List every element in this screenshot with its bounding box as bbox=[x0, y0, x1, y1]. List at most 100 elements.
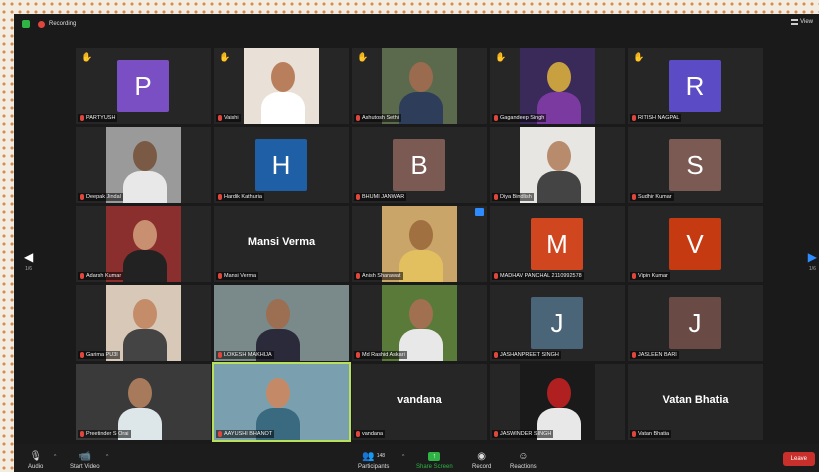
avatar-initial: B bbox=[393, 139, 445, 191]
participant-name: JASLEEN BARI bbox=[638, 352, 677, 358]
raised-hand-icon: ✋ bbox=[495, 52, 507, 62]
participant-name: Hardik Kathuria bbox=[224, 194, 262, 200]
participant-tile[interactable]: JASWINDER SINGH bbox=[490, 364, 625, 440]
participant-name-label: Adarsh Kumar bbox=[78, 272, 124, 280]
muted-mic-icon bbox=[494, 194, 498, 200]
participant-tile[interactable]: ✋ Vaishi bbox=[214, 48, 349, 124]
participant-video-feed bbox=[214, 285, 349, 361]
muted-mic-icon bbox=[80, 431, 84, 437]
participant-tile[interactable]: V Vipin Kumar bbox=[628, 206, 763, 282]
participant-name: Vaishi bbox=[224, 115, 239, 121]
participant-video-feed bbox=[214, 364, 349, 440]
participant-video-feed bbox=[106, 206, 181, 282]
raised-hand-icon: ✋ bbox=[81, 52, 93, 62]
participant-tile[interactable]: Md Rashid Askari bbox=[352, 285, 487, 361]
muted-mic-icon bbox=[632, 431, 636, 437]
participant-name-label: vandana bbox=[354, 430, 386, 438]
muted-mic-icon bbox=[632, 352, 636, 358]
participant-name-label: Vatan Bhatia bbox=[630, 430, 672, 438]
participant-tile[interactable]: AAYUSHI BHANOT bbox=[212, 362, 351, 442]
participant-tile[interactable]: Garima PU3I bbox=[76, 285, 211, 361]
participant-name: Sudhir Kumar bbox=[638, 194, 672, 200]
participant-name-label: RITISH NAGPAL bbox=[630, 114, 682, 122]
participant-tile[interactable]: Anish Sharawat bbox=[352, 206, 487, 282]
participant-name-label: Md Rashid Askari bbox=[354, 351, 407, 359]
record-button[interactable]: ◉ Record bbox=[472, 450, 491, 471]
top-bar: Recording View bbox=[14, 14, 819, 34]
participant-tile[interactable]: H Hardik Kathuria bbox=[214, 127, 349, 203]
participant-tile[interactable]: Deepak Jindal bbox=[76, 127, 211, 203]
participant-video-feed bbox=[106, 127, 181, 203]
participant-tile[interactable]: ✋ Gagandeep Singh bbox=[490, 48, 625, 124]
participant-tile[interactable]: Vatan Bhatia Vatan Bhatia bbox=[628, 364, 763, 440]
reactions-label: Reactions bbox=[510, 464, 537, 470]
participant-video-feed bbox=[520, 364, 595, 440]
participant-name-label: Vipin Kumar bbox=[630, 272, 670, 280]
meeting-window: Recording View ◀ 1/6 ▶ 1/6 P ✋ PARTYUSH ✋ Vais… bbox=[14, 14, 819, 472]
participant-tile[interactable]: R ✋ RITISH NAGPAL bbox=[628, 48, 763, 124]
avatar-initial: J bbox=[669, 297, 721, 349]
participant-name: JASHANPREET SINGH bbox=[500, 352, 559, 358]
participant-tile[interactable]: ✋ Ashutosh Sethi bbox=[352, 48, 487, 124]
security-shield-icon[interactable] bbox=[22, 20, 30, 28]
recording-label: Recording bbox=[49, 21, 77, 27]
muted-mic-icon bbox=[494, 431, 498, 437]
participant-video-feed bbox=[382, 48, 457, 124]
muted-mic-icon bbox=[356, 115, 360, 121]
participant-name: Gagandeep Singh bbox=[500, 115, 545, 121]
participant-video-feed bbox=[76, 364, 211, 440]
participants-button[interactable]: 👥 148 Participants bbox=[358, 450, 389, 471]
muted-mic-icon bbox=[80, 352, 84, 358]
participant-video-feed bbox=[382, 285, 457, 361]
next-arrow-icon: ▶ bbox=[807, 250, 817, 264]
participant-name-label: AAYUSHI BHANOT bbox=[216, 430, 275, 438]
participant-tile[interactable]: Diya Bindlish bbox=[490, 127, 625, 203]
participant-video-feed bbox=[520, 127, 595, 203]
participant-name: AAYUSHI BHANOT bbox=[224, 431, 273, 437]
next-page-button[interactable]: ▶ 1/6 bbox=[808, 250, 817, 272]
participant-tile[interactable]: Preetinder S Orai bbox=[76, 364, 211, 440]
participant-tile[interactable]: LOKESH MAKHIJA bbox=[214, 285, 349, 361]
tile-options-icon[interactable] bbox=[475, 208, 484, 216]
view-label: View bbox=[800, 19, 813, 25]
avatar-initial: J bbox=[531, 297, 583, 349]
microphone-icon: 🎙 bbox=[29, 450, 43, 462]
share-screen-label: Share Screen bbox=[416, 464, 453, 470]
participant-tile[interactable]: S Sudhir Kumar bbox=[628, 127, 763, 203]
audio-options-caret-icon[interactable]: ^ bbox=[54, 454, 56, 460]
muted-mic-icon bbox=[356, 431, 360, 437]
participant-tile[interactable]: Mansi Verma Mansi Verma bbox=[214, 206, 349, 282]
video-options-caret-icon[interactable]: ^ bbox=[106, 454, 108, 460]
start-video-button[interactable]: 📹 Start Video bbox=[70, 450, 100, 471]
participant-video-feed bbox=[244, 48, 319, 124]
participant-tile[interactable]: B BHUMI JANWAR bbox=[352, 127, 487, 203]
leave-button[interactable]: Leave bbox=[782, 452, 815, 466]
participant-name: Vipin Kumar bbox=[638, 273, 668, 279]
prev-page-button[interactable]: ◀ 1/6 bbox=[24, 250, 33, 272]
participant-name-label: JASWINDER SINGH bbox=[492, 430, 554, 438]
participant-tile[interactable]: J JASHANPREET SINGH bbox=[490, 285, 625, 361]
participants-options-caret-icon[interactable]: ^ bbox=[402, 454, 404, 460]
raised-hand-icon: ✋ bbox=[357, 52, 369, 62]
share-screen-button[interactable]: ↑ Share Screen bbox=[416, 450, 453, 470]
participant-tile[interactable]: vandana vandana bbox=[352, 364, 487, 440]
muted-mic-icon bbox=[356, 352, 360, 358]
participant-name-label: Diya Bindlish bbox=[492, 193, 534, 201]
participant-video-feed bbox=[520, 48, 595, 124]
avatar-initial: H bbox=[255, 139, 307, 191]
participant-name: RITISH NAGPAL bbox=[638, 115, 680, 121]
grid-view-icon bbox=[791, 19, 799, 25]
view-button[interactable]: View bbox=[791, 19, 813, 25]
avatar-initial: S bbox=[669, 139, 721, 191]
participant-name-label: PARTYUSH bbox=[78, 114, 118, 122]
participant-name-label: Mansi Verma bbox=[216, 272, 259, 280]
participant-name: Preetinder S Orai bbox=[86, 431, 129, 437]
audio-button[interactable]: 🎙 Audio bbox=[28, 450, 43, 471]
participant-tile[interactable]: P ✋ PARTYUSH bbox=[76, 48, 211, 124]
reactions-button[interactable]: ☺ Reactions bbox=[510, 450, 537, 471]
participant-tile[interactable]: J JASLEEN BARI bbox=[628, 285, 763, 361]
participant-name: JASWINDER SINGH bbox=[500, 431, 552, 437]
participant-tile[interactable]: M MADHAV PANCHAL 2110992578 bbox=[490, 206, 625, 282]
participant-name: vandana bbox=[362, 431, 384, 437]
participant-tile[interactable]: Adarsh Kumar bbox=[76, 206, 211, 282]
